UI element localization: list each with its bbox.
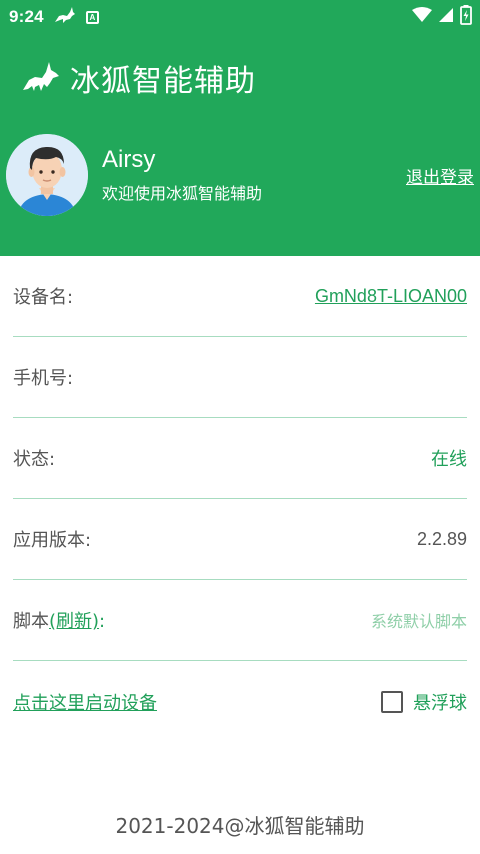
float-ball-checkbox[interactable] xyxy=(381,691,403,713)
script-label-text: 脚本 xyxy=(13,611,49,632)
status-time: 9:24 xyxy=(9,7,44,26)
script-refresh-link[interactable]: (刷新) xyxy=(49,611,99,632)
fox-logo-icon xyxy=(22,60,60,96)
app-title: 冰狐智能辅助 xyxy=(70,64,256,99)
device-name-row: 设备名: GmNd8T-LIOAN00 xyxy=(13,256,467,337)
status-row: 状态: 在线 xyxy=(13,418,467,499)
status-label: 状态: xyxy=(13,449,56,470)
username: Airsy xyxy=(102,146,156,173)
welcome-text: 欢迎使用冰狐智能辅助 xyxy=(102,184,263,203)
signal-icon xyxy=(438,7,454,28)
status-value: 在线 xyxy=(431,449,467,470)
float-ball-label: 悬浮球 xyxy=(413,693,467,714)
phone-row: 手机号: xyxy=(13,337,467,418)
phone-label: 手机号: xyxy=(13,368,74,389)
script-row: 脚本(刷新): 系统默认脚本 xyxy=(13,580,467,661)
status-bar: 9:24 A xyxy=(0,0,480,34)
footer-copyright: 2021-2024@冰狐智能辅助 xyxy=(115,814,365,838)
script-label: 脚本(刷新): xyxy=(13,607,105,633)
float-ball-toggle[interactable]: 悬浮球 xyxy=(381,689,467,715)
wifi-icon xyxy=(412,6,432,28)
app-header: 9:24 A 冰狐智能辅助 Airsy 欢迎使用冰狐智能辅助 退出登录 xyxy=(0,0,480,256)
logout-link[interactable]: 退出登录 xyxy=(406,163,474,188)
app-title-row: 冰狐智能辅助 xyxy=(22,56,256,100)
profile-section: Airsy 欢迎使用冰狐智能辅助 退出登录 xyxy=(6,133,474,217)
a-badge-icon: A xyxy=(85,10,99,24)
script-label-colon: : xyxy=(99,611,106,632)
device-name-label: 设备名: xyxy=(13,287,74,308)
user-avatar xyxy=(6,134,88,216)
version-row: 应用版本: 2.2.89 xyxy=(13,499,467,580)
version-value: 2.2.89 xyxy=(416,528,467,549)
start-device-link[interactable]: 点击这里启动设备 xyxy=(13,689,157,715)
device-info-list: 设备名: GmNd8T-LIOAN00 手机号: 状态: 在线 应用版本: 2.… xyxy=(13,256,467,661)
script-value[interactable]: 系统默认脚本 xyxy=(371,608,467,632)
fox-notification-icon xyxy=(54,6,76,29)
battery-charging-icon xyxy=(460,4,472,30)
device-name-value[interactable]: GmNd8T-LIOAN00 xyxy=(315,286,467,307)
version-label: 应用版本: xyxy=(13,530,92,551)
action-row: 点击这里启动设备 悬浮球 xyxy=(13,680,467,724)
